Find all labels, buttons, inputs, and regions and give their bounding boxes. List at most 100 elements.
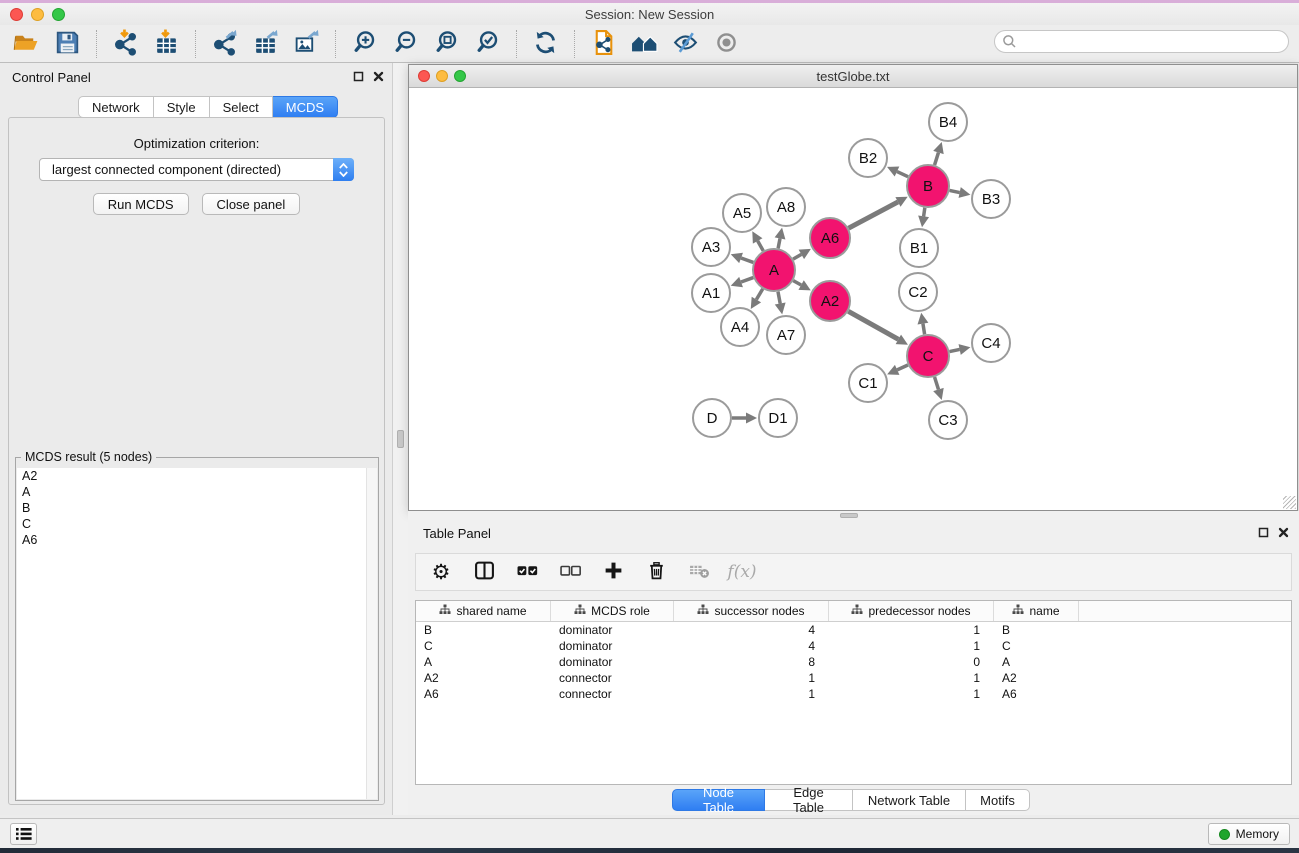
close-panel-icon[interactable] [1278, 527, 1289, 538]
column-header-shared-name[interactable]: shared name [416, 601, 551, 621]
column-header-successor-nodes[interactable]: successor nodes [674, 601, 829, 621]
float-panel-icon[interactable] [353, 71, 364, 82]
table-cell[interactable]: dominator [551, 639, 674, 653]
table-cell[interactable]: 8 [674, 655, 829, 669]
optimization-criterion-select[interactable]: largest connected component (directed) [39, 158, 354, 181]
column-layout-button[interactable] [471, 558, 497, 586]
edge-B-B2[interactable] [897, 172, 908, 177]
edge-C-C3[interactable] [935, 377, 939, 389]
edge-B-B4[interactable] [935, 153, 939, 165]
zoom-out-button[interactable] [385, 28, 426, 60]
float-panel-icon[interactable] [1258, 527, 1269, 538]
tab-network[interactable]: Network [78, 96, 154, 118]
table-cell[interactable]: 1 [829, 671, 994, 685]
table-cell[interactable]: A2 [994, 671, 1079, 685]
result-list-item[interactable]: B [17, 500, 377, 516]
edge-A-A3[interactable] [741, 258, 753, 262]
table-row[interactable]: Cdominator41C [416, 638, 1291, 654]
delete-table-button[interactable] [686, 558, 712, 586]
table-cell[interactable]: A [994, 655, 1079, 669]
zoom-in-button[interactable] [344, 28, 385, 60]
edge-A-A4[interactable] [756, 289, 762, 300]
import-network-button[interactable] [105, 28, 146, 60]
vertical-splitter[interactable] [393, 63, 408, 815]
settings-button[interactable]: ⚙ [428, 558, 454, 586]
close-panel-button[interactable]: Close panel [202, 193, 301, 215]
open-session-button[interactable] [6, 28, 47, 60]
table-cell[interactable]: dominator [551, 655, 674, 669]
table-cell[interactable]: C [416, 639, 551, 653]
column-header-name[interactable]: name [994, 601, 1079, 621]
table-cell[interactable]: 1 [829, 639, 994, 653]
table-cell[interactable]: 1 [829, 623, 994, 637]
export-table-button[interactable] [245, 28, 286, 60]
table-cell[interactable]: A [416, 655, 551, 669]
edge-A-A2[interactable] [793, 281, 801, 285]
edge-A-A5[interactable] [758, 241, 764, 251]
result-list-item[interactable]: C [17, 516, 377, 532]
edge-B-B1[interactable] [924, 208, 925, 217]
tab-motifs[interactable]: Motifs [966, 789, 1030, 811]
table-cell[interactable]: 1 [829, 687, 994, 701]
edge-C-C2[interactable] [923, 324, 925, 335]
table-cell[interactable]: connector [551, 687, 674, 701]
export-network-button[interactable] [204, 28, 245, 60]
tab-style[interactable]: Style [154, 96, 210, 118]
table-cell[interactable]: connector [551, 671, 674, 685]
show-hidden-button[interactable] [706, 28, 747, 60]
horizontal-splitter[interactable] [408, 511, 1299, 520]
mcds-result-list[interactable]: A2ABCA6 [17, 468, 377, 799]
table-cell[interactable]: B [994, 623, 1079, 637]
add-column-button[interactable] [600, 558, 626, 586]
table-cell[interactable]: C [994, 639, 1079, 653]
edge-A-A6[interactable] [793, 254, 801, 259]
search-input[interactable] [1021, 33, 1288, 51]
refresh-layout-button[interactable] [525, 28, 566, 60]
import-table-button[interactable] [146, 28, 187, 60]
table-cell[interactable]: dominator [551, 623, 674, 637]
tab-node-table[interactable]: Node Table [672, 789, 765, 811]
save-session-button[interactable] [47, 28, 88, 60]
function-builder-button[interactable]: f(x) [729, 558, 755, 586]
first-neighbors-button[interactable] [624, 28, 665, 60]
hide-selected-button[interactable] [665, 28, 706, 60]
tab-network-table[interactable]: Network Table [853, 789, 966, 811]
result-list-scrollbar[interactable] [366, 468, 377, 799]
column-header-MCDS-role[interactable]: MCDS role [551, 601, 674, 621]
network-from-selection-button[interactable] [583, 28, 624, 60]
network-window-titlebar[interactable]: testGlobe.txt [409, 65, 1297, 88]
tab-mcds[interactable]: MCDS [273, 96, 338, 118]
splitter-grip[interactable] [840, 513, 858, 518]
table-cell[interactable]: A2 [416, 671, 551, 685]
table-cell[interactable]: B [416, 623, 551, 637]
zoom-selected-button[interactable] [467, 28, 508, 60]
table-cell[interactable]: 4 [674, 639, 829, 653]
result-list-item[interactable]: A2 [17, 468, 377, 484]
edge-C-C1[interactable] [897, 365, 908, 370]
run-mcds-button[interactable]: Run MCDS [93, 193, 189, 215]
edge-A6-B[interactable] [849, 202, 898, 228]
table-cell[interactable]: 0 [829, 655, 994, 669]
table-cell[interactable]: 1 [674, 687, 829, 701]
search-box[interactable] [994, 30, 1289, 53]
window-resize-grip[interactable] [1283, 496, 1296, 509]
task-history-button[interactable] [10, 823, 37, 845]
table-row[interactable]: Bdominator41B [416, 622, 1291, 638]
tab-select[interactable]: Select [210, 96, 273, 118]
delete-column-button[interactable] [643, 558, 669, 586]
result-list-item[interactable]: A6 [17, 532, 377, 548]
edge-A-A7[interactable] [778, 292, 780, 304]
export-image-button[interactable] [286, 28, 327, 60]
result-list-item[interactable]: A [17, 484, 377, 500]
splitter-grip[interactable] [397, 430, 404, 448]
table-row[interactable]: A6connector11A6 [416, 686, 1291, 702]
edge-B-B3[interactable] [950, 190, 960, 192]
table-cell[interactable]: A6 [994, 687, 1079, 701]
edge-A2-C[interactable] [848, 311, 898, 339]
select-all-button[interactable] [514, 558, 540, 586]
tab-edge-table[interactable]: Edge Table [765, 789, 853, 811]
table-cell[interactable]: A6 [416, 687, 551, 701]
close-panel-icon[interactable] [373, 71, 384, 82]
edge-A-A8[interactable] [778, 238, 780, 248]
network-canvas[interactable]: B4B2BB3A5A8A6A3B1AA1C2A2A4A7C4CC1C3DD1 [409, 88, 1297, 510]
